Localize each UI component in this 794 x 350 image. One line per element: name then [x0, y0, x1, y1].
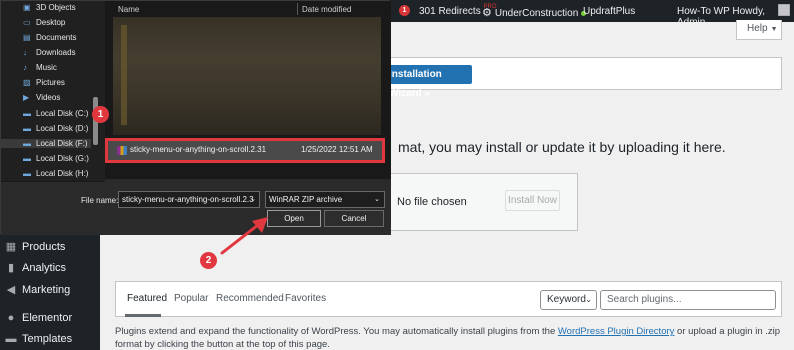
avatar[interactable]: [778, 4, 790, 16]
winrar-archive-icon: [117, 146, 127, 155]
nav-label: Local Disk (H:): [36, 169, 89, 178]
menu-item-label: Templates: [22, 333, 73, 345]
nav-label: Music: [36, 63, 57, 72]
gear-icon: ⚙: [482, 7, 492, 19]
nav-label: Documents: [36, 33, 77, 42]
menu-item-label: Elementor: [22, 312, 73, 324]
nav-item-videos[interactable]: ▶ Videos: [23, 93, 60, 102]
plugins-description: Plugins extend and expand the functional…: [115, 325, 785, 350]
file-name-input[interactable]: sticky-menu-or-anything-on-scroll.2.3 ⌄: [118, 191, 260, 208]
nav-label: 3D Objects: [36, 3, 76, 12]
search-type-select[interactable]: Keyword ⌄: [540, 290, 597, 310]
nav-item-pictures[interactable]: ▨ Pictures: [23, 78, 65, 87]
tab-featured[interactable]: Featured: [127, 293, 167, 304]
cancel-button[interactable]: Cancel: [324, 210, 384, 227]
open-button[interactable]: Open: [267, 210, 321, 227]
3d-objects-icon: ▣: [23, 3, 31, 12]
templates-icon: ▬: [5, 333, 17, 345]
installation-wizard-button[interactable]: Installation Wizard »: [383, 65, 472, 99]
updraftplus-menu[interactable]: UpdraftPlus: [583, 6, 635, 17]
redirects-label: 301 Redirects: [419, 6, 481, 17]
music-icon: ♪: [23, 63, 27, 72]
nav-label: Local Disk (D:): [36, 124, 89, 133]
file-type-select[interactable]: WinRAR ZIP archive ⌄: [265, 191, 385, 208]
chevron-down-icon: ⌄: [374, 196, 380, 203]
menu-item-label: Marketing: [22, 284, 71, 296]
active-tab-indicator: [125, 314, 161, 317]
nav-label: Local Disk (F:): [36, 139, 88, 148]
install-now-button[interactable]: Install Now: [505, 190, 560, 211]
nav-item-local-disk-g[interactable]: ▬ Local Disk (G:): [23, 154, 89, 163]
file-open-dialog: ▣ 3D Objects ▭ Desktop ▤ Documents ↓ Downloa…: [0, 0, 391, 235]
search-type-value: Keyword: [547, 294, 586, 305]
drive-icon: ▬: [23, 169, 31, 178]
menu-item-marketing[interactable]: ◀ Marketing: [0, 279, 100, 301]
drive-icon: ▬: [23, 139, 31, 148]
dialog-footer: [1, 182, 391, 235]
elementor-icon: ●: [7, 312, 15, 324]
chevron-down-icon: ⌄: [585, 295, 592, 304]
nav-item-downloads[interactable]: ↓ Downloads: [23, 48, 76, 57]
chevron-down-icon: ⌄: [250, 196, 256, 203]
menu-item-templates[interactable]: ▬ Templates: [0, 328, 100, 350]
analytics-icon: ▮: [7, 262, 15, 274]
drive-icon: ▬: [23, 154, 31, 163]
under-construction-menu[interactable]: ⚙ UnderConstruction: [482, 6, 587, 19]
videos-icon: ▶: [23, 93, 30, 102]
nav-label: Local Disk (C:): [36, 109, 89, 118]
nav-item-music[interactable]: ♪ Music: [23, 63, 57, 72]
menu-item-label: Products: [22, 241, 66, 253]
plugin-directory-link[interactable]: WordPress Plugin Directory: [558, 326, 675, 337]
products-icon: ▦: [5, 241, 17, 253]
nav-item-desktop[interactable]: ▭ Desktop: [23, 18, 65, 27]
marketing-icon: ◀: [6, 284, 16, 296]
search-plugins-input[interactable]: Search plugins...: [600, 290, 776, 310]
column-header-date[interactable]: Date modified: [302, 5, 351, 14]
nav-label: Pictures: [36, 78, 65, 87]
menu-item-elementor[interactable]: ● Elementor: [0, 307, 100, 329]
drive-icon: ▬: [23, 109, 31, 118]
file-date: 1/25/2022 12:51 AM: [301, 145, 373, 154]
documents-icon: ▤: [23, 33, 31, 42]
chevron-down-icon: ▼: [770, 26, 778, 33]
drive-icon: ▬: [23, 124, 31, 133]
nav-item-3d-objects[interactable]: ▣ 3D Objects: [23, 3, 76, 12]
description-text-before: Plugins extend and expand the functional…: [115, 326, 558, 337]
nav-item-local-disk-f[interactable]: ▬ Local Disk (F:): [1, 139, 91, 148]
navigation-pane: ▣ 3D Objects ▭ Desktop ▤ Documents ↓ Downloa…: [1, 1, 105, 181]
nav-label: Desktop: [36, 18, 66, 27]
under-construction-label: UnderConstruction: [494, 8, 579, 19]
menu-item-products[interactable]: ▦ Products: [0, 236, 100, 258]
nav-item-local-disk-c[interactable]: ▬ Local Disk (C:): [23, 109, 88, 118]
file-type-value: WinRAR ZIP archive: [269, 195, 343, 204]
nav-label: Downloads: [36, 48, 76, 57]
column-header-name[interactable]: Name: [118, 5, 139, 14]
nav-label: Videos: [36, 93, 61, 102]
tab-popular[interactable]: Popular: [174, 293, 208, 304]
step-1-marker: 1: [92, 106, 109, 123]
file-name-label: File name:: [81, 196, 119, 205]
pictures-icon: ▨: [23, 78, 31, 87]
tab-recommended[interactable]: Recommended: [216, 293, 284, 304]
arrow-icon: [220, 217, 268, 255]
blurred-file-list: [113, 17, 381, 135]
blurred-folder-icons: [121, 25, 127, 125]
menu-item-analytics[interactable]: ▮ Analytics: [0, 257, 100, 279]
nav-item-local-disk-h[interactable]: ▬ Local Disk (H:): [23, 169, 88, 178]
file-name: sticky-menu-or-anything-on-scroll.2.31: [130, 145, 267, 154]
upload-instructions: mat, you may install or update it by upl…: [398, 139, 726, 155]
file-status: No file chosen: [397, 196, 467, 208]
nav-label: Local Disk (G:): [36, 154, 89, 163]
nav-item-documents[interactable]: ▤ Documents: [23, 33, 76, 42]
downloads-icon: ↓: [23, 48, 27, 57]
desktop-icon: ▭: [23, 18, 31, 27]
help-label: Help: [747, 23, 768, 34]
tab-favorites[interactable]: Favorites: [285, 293, 326, 304]
column-divider[interactable]: [297, 3, 298, 15]
help-tab[interactable]: Help ▼: [736, 20, 782, 40]
menu-item-label: Analytics: [22, 262, 67, 274]
nav-item-local-disk-d[interactable]: ▬ Local Disk (D:): [23, 124, 88, 133]
file-name-value: sticky-menu-or-anything-on-scroll.2.3: [122, 195, 254, 204]
notification-badge[interactable]: 1: [399, 5, 410, 16]
